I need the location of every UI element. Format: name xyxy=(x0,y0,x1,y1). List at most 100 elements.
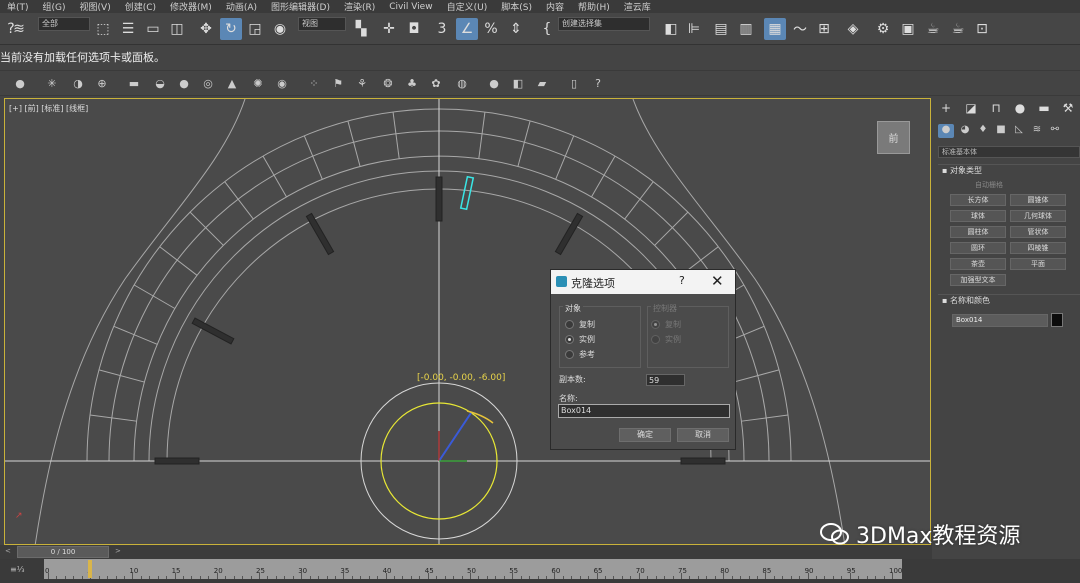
hierarchy-tab-icon[interactable]: ⊓ xyxy=(987,101,1005,117)
menu-item[interactable]: 修改器(M) xyxy=(163,0,219,13)
menu-item[interactable]: 动画(A) xyxy=(219,0,264,13)
ribbon-toggle-icon[interactable]: ▦ xyxy=(764,18,786,40)
dynamics-icon[interactable]: ⚑ xyxy=(330,75,346,91)
material-editor-icon[interactable]: ◈ xyxy=(842,18,864,40)
scene-explorer-icon[interactable]: ▥ xyxy=(735,18,757,40)
object-color-swatch[interactable] xyxy=(1051,313,1063,327)
menu-item[interactable]: Civil View xyxy=(382,2,439,12)
select-by-name-icon[interactable]: ☰ xyxy=(117,18,139,40)
globe-icon[interactable]: ● xyxy=(486,75,502,91)
shell-icon[interactable]: ◍ xyxy=(454,75,470,91)
category-dropdown[interactable]: 标准基本体 xyxy=(938,146,1080,158)
menu-item[interactable]: 帮助(H) xyxy=(571,0,617,13)
front-viewport[interactable]: [+] [前] [标准] [线框] 前 [-0.00, -0.00, -6.00… xyxy=(4,98,931,545)
menu-item[interactable]: 视图(V) xyxy=(73,0,118,13)
primitive-button[interactable]: 加强型文本 xyxy=(950,274,1006,286)
menu-item[interactable]: 内容 xyxy=(539,0,571,13)
lights-icon[interactable]: ♦ xyxy=(975,124,991,138)
cancel-button[interactable]: 取消 xyxy=(677,428,729,442)
menu-item[interactable]: 组(G) xyxy=(36,0,73,13)
geometry-icon[interactable]: ● xyxy=(938,124,954,138)
radio-instance[interactable] xyxy=(565,335,574,344)
rotate-icon[interactable]: ↻ xyxy=(220,18,242,40)
select-object-icon[interactable]: ⬚ xyxy=(92,18,114,40)
track-bar[interactable]: ≡⅓ 0510152025303540455055606570758085909… xyxy=(0,559,1080,583)
percent-snap-icon[interactable]: % xyxy=(480,18,502,40)
phone-icon[interactable]: ▯ xyxy=(566,75,582,91)
snap-3d-icon[interactable]: 3 xyxy=(431,18,453,40)
help-icon[interactable]: ? xyxy=(590,75,606,91)
edit-named-sets-icon[interactable]: { xyxy=(536,18,558,40)
time-next-arrow[interactable]: > xyxy=(115,547,121,555)
primitive-button[interactable]: 平面 xyxy=(1010,258,1066,270)
schematic-view-icon[interactable]: ⊞ xyxy=(813,18,835,40)
primitive-button[interactable]: 几何球体 xyxy=(1010,210,1066,222)
display-tab-icon[interactable]: ▬ xyxy=(1035,101,1053,117)
render-iterative-icon[interactable]: ☕ xyxy=(947,18,969,40)
freeze-icon[interactable]: ✳ xyxy=(44,75,60,91)
angle-snap-icon[interactable]: ∠ xyxy=(456,18,478,40)
cloth-icon[interactable]: ⚘ xyxy=(354,75,370,91)
menu-item[interactable]: 单(T) xyxy=(0,0,36,13)
time-slider-thumb[interactable]: 0 / 100 xyxy=(17,546,109,558)
primitive-button[interactable]: 四棱锥 xyxy=(1010,242,1066,254)
menu-item[interactable]: 创建(C) xyxy=(118,0,163,13)
cone-prim-icon[interactable]: ◒ xyxy=(152,75,168,91)
shapes-icon[interactable]: ◕ xyxy=(957,124,973,138)
reference-coord-dropdown[interactable]: 视图 xyxy=(298,17,346,31)
name-color-rollout[interactable]: ▪ 名称和颜色 xyxy=(938,294,1080,307)
scale-icon[interactable]: ◲ xyxy=(244,18,266,40)
isolate-icon[interactable]: ◑ xyxy=(70,75,86,91)
window-crossing-icon[interactable]: ◫ xyxy=(166,18,188,40)
radio-reference[interactable] xyxy=(565,350,574,359)
modify-tab-icon[interactable]: ◪ xyxy=(962,101,980,117)
controller-radio-instance[interactable] xyxy=(651,335,660,344)
mirror-icon[interactable]: ◧ xyxy=(660,18,682,40)
primitive-button[interactable]: 长方体 xyxy=(950,194,1006,206)
foliage-icon[interactable]: ♣ xyxy=(404,75,420,91)
helpers-icon[interactable]: ◺ xyxy=(1011,124,1027,138)
omni-light-icon[interactable]: ◉ xyxy=(274,75,290,91)
layer-explorer-icon[interactable]: ▤ xyxy=(710,18,732,40)
primitive-button[interactable]: 茶壶 xyxy=(950,258,1006,270)
menu-item[interactable]: 图形编辑器(D) xyxy=(264,0,337,13)
primitive-button[interactable]: 圆环 xyxy=(950,242,1006,254)
rect-selection-icon[interactable]: ▭ xyxy=(142,18,164,40)
camera-icon[interactable]: ▰ xyxy=(534,75,550,91)
keyboard-shortcut-icon[interactable]: ◘ xyxy=(403,18,425,40)
sphere-prim-icon[interactable]: ● xyxy=(176,75,192,91)
primitive-button[interactable]: 圆锥体 xyxy=(1010,194,1066,206)
menu-item[interactable]: 渲云库 xyxy=(617,0,658,13)
time-prev-arrow[interactable]: < xyxy=(5,547,11,555)
autogrid-checkbox[interactable]: 自动栅格 xyxy=(975,180,1003,190)
menu-item[interactable]: 渲染(R) xyxy=(337,0,382,13)
create-tab-icon[interactable]: + xyxy=(937,101,955,117)
menu-item[interactable]: 自定义(U) xyxy=(440,0,495,13)
current-frame-marker[interactable] xyxy=(88,560,92,578)
selection-filter-dropdown[interactable]: 全部 xyxy=(38,17,90,31)
track-filter-icon[interactable]: ≡⅓ xyxy=(10,565,24,574)
close-button[interactable]: ✕ xyxy=(711,272,724,290)
link-icon[interactable]: ≋ xyxy=(8,18,30,40)
render-icon[interactable]: ☕ xyxy=(922,18,944,40)
layer-icon[interactable]: ⊕ xyxy=(94,75,110,91)
curve-editor-icon[interactable]: 〜 xyxy=(789,18,811,40)
select-manipulate-icon[interactable]: ✛ xyxy=(378,18,400,40)
motion-tab-icon[interactable]: ● xyxy=(1011,101,1029,117)
object-type-rollout[interactable]: ▪ 对象类型 xyxy=(938,164,1080,177)
rendered-frame-icon[interactable]: ▣ xyxy=(897,18,919,40)
viewport-label[interactable]: [+] [前] [标准] [线框] xyxy=(9,103,88,114)
controller-radio-copy[interactable] xyxy=(651,320,660,329)
viewcube[interactable]: 前 xyxy=(877,121,910,154)
hair-icon[interactable]: ❂ xyxy=(380,75,396,91)
spinner-snap-icon[interactable]: ⇕ xyxy=(505,18,527,40)
systems-icon[interactable]: ⚯ xyxy=(1047,124,1063,138)
help-button[interactable]: ? xyxy=(679,274,685,287)
primitive-button[interactable]: 球体 xyxy=(950,210,1006,222)
radio-copy[interactable] xyxy=(565,320,574,329)
name-field[interactable]: Box014 xyxy=(558,404,730,418)
copies-spinner[interactable]: 59 xyxy=(646,374,685,386)
frame-ruler[interactable]: 0510152025303540455055606570758085909510… xyxy=(44,559,902,579)
sun-light-icon[interactable]: ✺ xyxy=(250,75,266,91)
time-slider[interactable]: < 0 / 100 > xyxy=(0,545,932,559)
